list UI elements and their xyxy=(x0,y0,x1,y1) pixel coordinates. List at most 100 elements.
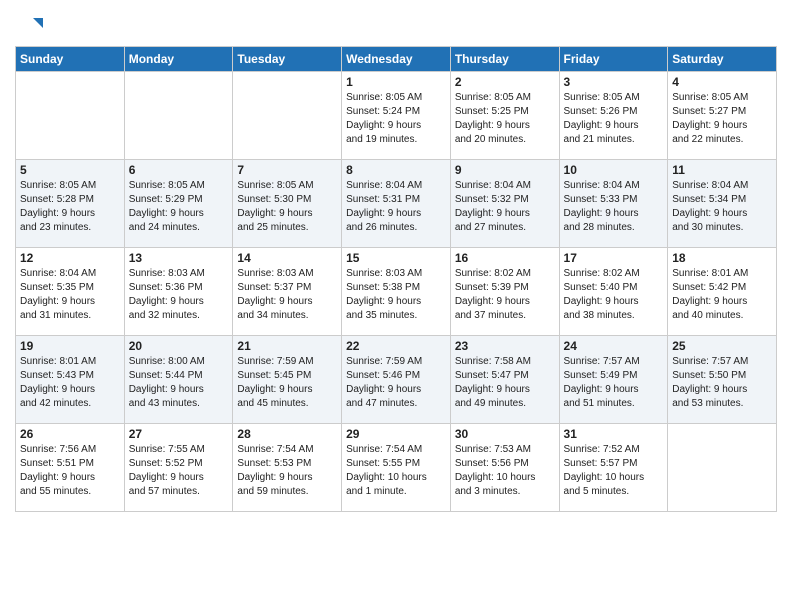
day-info: Sunrise: 7:56 AM Sunset: 5:51 PM Dayligh… xyxy=(20,443,120,499)
day-info: Sunrise: 8:05 AM Sunset: 5:25 PM Dayligh… xyxy=(455,91,555,147)
calendar-table: SundayMondayTuesdayWednesdayThursdayFrid… xyxy=(15,46,777,512)
day-info: Sunrise: 8:01 AM Sunset: 5:43 PM Dayligh… xyxy=(20,355,120,411)
day-info: Sunrise: 8:03 AM Sunset: 5:37 PM Dayligh… xyxy=(237,267,337,323)
day-number: 9 xyxy=(455,163,555,177)
day-info: Sunrise: 8:02 AM Sunset: 5:39 PM Dayligh… xyxy=(455,267,555,323)
day-info: Sunrise: 8:04 AM Sunset: 5:35 PM Dayligh… xyxy=(20,267,120,323)
day-info: Sunrise: 8:05 AM Sunset: 5:26 PM Dayligh… xyxy=(564,91,664,147)
day-info: Sunrise: 8:03 AM Sunset: 5:38 PM Dayligh… xyxy=(346,267,446,323)
day-number: 5 xyxy=(20,163,120,177)
calendar-cell: 25 Sunrise: 7:57 AM Sunset: 5:50 PM Dayli… xyxy=(668,336,777,424)
calendar-cell: 30 Sunrise: 7:53 AM Sunset: 5:56 PM Dayli… xyxy=(450,424,559,512)
calendar-cell: 1 Sunrise: 8:05 AM Sunset: 5:24 PM Daylig… xyxy=(342,72,451,160)
calendar-cell xyxy=(668,424,777,512)
day-number: 1 xyxy=(346,75,446,89)
day-number: 14 xyxy=(237,251,337,265)
day-number: 3 xyxy=(564,75,664,89)
header-day: Saturday xyxy=(668,47,777,72)
day-number: 12 xyxy=(20,251,120,265)
calendar-cell: 15Sunrise: 8:03 AM Sunset: 5:38 PM Dayli… xyxy=(342,248,451,336)
day-info: Sunrise: 8:04 AM Sunset: 5:33 PM Dayligh… xyxy=(564,179,664,235)
calendar-cell: 18Sunrise: 8:01 AM Sunset: 5:42 PM Dayli… xyxy=(668,248,777,336)
calendar-cell: 7Sunrise: 8:05 AM Sunset: 5:30 PM Daylig… xyxy=(233,160,342,248)
day-info: Sunrise: 8:04 AM Sunset: 5:31 PM Dayligh… xyxy=(346,179,446,235)
day-number: 6 xyxy=(129,163,229,177)
calendar-cell: 22Sunrise: 7:59 AM Sunset: 5:46 PM Dayli… xyxy=(342,336,451,424)
day-number: 25 xyxy=(672,339,772,353)
day-info: Sunrise: 7:54 AM Sunset: 5:53 PM Dayligh… xyxy=(237,443,337,499)
calendar-cell: 23 Sunrise: 7:58 AM Sunset: 5:47 PM Dayli… xyxy=(450,336,559,424)
logo xyxy=(15,10,47,38)
calendar-cell: 29Sunrise: 7:54 AM Sunset: 5:55 PM Dayli… xyxy=(342,424,451,512)
day-info: Sunrise: 8:05 AM Sunset: 5:28 PM Dayligh… xyxy=(20,179,120,235)
day-number: 28 xyxy=(237,427,337,441)
day-info: Sunrise: 8:05 AM Sunset: 5:29 PM Dayligh… xyxy=(129,179,229,235)
calendar-cell: 20 Sunrise: 8:00 AM Sunset: 5:44 PM Dayli… xyxy=(124,336,233,424)
calendar-cell: 31 Sunrise: 7:52 AM Sunset: 5:57 PM Dayli… xyxy=(559,424,668,512)
calendar-header: SundayMondayTuesdayWednesdayThursdayFrid… xyxy=(16,47,777,72)
day-number: 7 xyxy=(237,163,337,177)
calendar-cell xyxy=(124,72,233,160)
day-number: 26 xyxy=(20,427,120,441)
day-number: 29 xyxy=(346,427,446,441)
logo-icon xyxy=(15,10,43,38)
day-number: 19 xyxy=(20,339,120,353)
day-info: Sunrise: 7:58 AM Sunset: 5:47 PM Dayligh… xyxy=(455,355,555,411)
header-day: Thursday xyxy=(450,47,559,72)
day-info: Sunrise: 7:59 AM Sunset: 5:46 PM Dayligh… xyxy=(346,355,446,411)
calendar-cell: 2 Sunrise: 8:05 AM Sunset: 5:25 PM Daylig… xyxy=(450,72,559,160)
day-info: Sunrise: 8:03 AM Sunset: 5:36 PM Dayligh… xyxy=(129,267,229,323)
day-info: Sunrise: 7:53 AM Sunset: 5:56 PM Dayligh… xyxy=(455,443,555,499)
day-info: Sunrise: 7:57 AM Sunset: 5:50 PM Dayligh… xyxy=(672,355,772,411)
calendar-cell: 3 Sunrise: 8:05 AM Sunset: 5:26 PM Daylig… xyxy=(559,72,668,160)
calendar-cell: 19 Sunrise: 8:01 AM Sunset: 5:43 PM Dayli… xyxy=(16,336,125,424)
day-number: 24 xyxy=(564,339,664,353)
calendar-week: 1 Sunrise: 8:05 AM Sunset: 5:24 PM Daylig… xyxy=(16,72,777,160)
calendar-week: 19 Sunrise: 8:01 AM Sunset: 5:43 PM Dayli… xyxy=(16,336,777,424)
day-info: Sunrise: 8:04 AM Sunset: 5:32 PM Dayligh… xyxy=(455,179,555,235)
calendar-cell: 14 Sunrise: 8:03 AM Sunset: 5:37 PM Dayli… xyxy=(233,248,342,336)
calendar-cell: 17 Sunrise: 8:02 AM Sunset: 5:40 PM Dayli… xyxy=(559,248,668,336)
day-number: 16 xyxy=(455,251,555,265)
calendar-cell xyxy=(233,72,342,160)
header-row: SundayMondayTuesdayWednesdayThursdayFrid… xyxy=(16,47,777,72)
calendar-week: 5 Sunrise: 8:05 AM Sunset: 5:28 PM Daylig… xyxy=(16,160,777,248)
day-number: 20 xyxy=(129,339,229,353)
header-day: Sunday xyxy=(16,47,125,72)
day-number: 4 xyxy=(672,75,772,89)
header-day: Friday xyxy=(559,47,668,72)
day-info: Sunrise: 8:02 AM Sunset: 5:40 PM Dayligh… xyxy=(564,267,664,323)
day-info: Sunrise: 8:05 AM Sunset: 5:24 PM Dayligh… xyxy=(346,91,446,147)
header-day: Monday xyxy=(124,47,233,72)
day-info: Sunrise: 7:59 AM Sunset: 5:45 PM Dayligh… xyxy=(237,355,337,411)
day-number: 21 xyxy=(237,339,337,353)
calendar-cell: 26 Sunrise: 7:56 AM Sunset: 5:51 PM Dayli… xyxy=(16,424,125,512)
day-number: 11 xyxy=(672,163,772,177)
calendar-cell: 28 Sunrise: 7:54 AM Sunset: 5:53 PM Dayli… xyxy=(233,424,342,512)
day-number: 2 xyxy=(455,75,555,89)
day-number: 13 xyxy=(129,251,229,265)
calendar-cell: 10Sunrise: 8:04 AM Sunset: 5:33 PM Dayli… xyxy=(559,160,668,248)
day-info: Sunrise: 7:57 AM Sunset: 5:49 PM Dayligh… xyxy=(564,355,664,411)
day-info: Sunrise: 7:52 AM Sunset: 5:57 PM Dayligh… xyxy=(564,443,664,499)
day-number: 31 xyxy=(564,427,664,441)
day-number: 8 xyxy=(346,163,446,177)
header-day: Tuesday xyxy=(233,47,342,72)
page: SundayMondayTuesdayWednesdayThursdayFrid… xyxy=(0,0,792,612)
day-number: 27 xyxy=(129,427,229,441)
header-day: Wednesday xyxy=(342,47,451,72)
calendar-week: 26 Sunrise: 7:56 AM Sunset: 5:51 PM Dayli… xyxy=(16,424,777,512)
day-number: 23 xyxy=(455,339,555,353)
calendar-cell: 12 Sunrise: 8:04 AM Sunset: 5:35 PM Dayli… xyxy=(16,248,125,336)
day-info: Sunrise: 7:55 AM Sunset: 5:52 PM Dayligh… xyxy=(129,443,229,499)
header xyxy=(15,10,777,38)
day-number: 30 xyxy=(455,427,555,441)
calendar-cell xyxy=(16,72,125,160)
calendar-cell: 16 Sunrise: 8:02 AM Sunset: 5:39 PM Dayli… xyxy=(450,248,559,336)
calendar-cell: 24 Sunrise: 7:57 AM Sunset: 5:49 PM Dayli… xyxy=(559,336,668,424)
day-number: 17 xyxy=(564,251,664,265)
calendar-cell: 6 Sunrise: 8:05 AM Sunset: 5:29 PM Daylig… xyxy=(124,160,233,248)
day-info: Sunrise: 8:00 AM Sunset: 5:44 PM Dayligh… xyxy=(129,355,229,411)
calendar-cell: 11Sunrise: 8:04 AM Sunset: 5:34 PM Dayli… xyxy=(668,160,777,248)
calendar-body: 1 Sunrise: 8:05 AM Sunset: 5:24 PM Daylig… xyxy=(16,72,777,512)
